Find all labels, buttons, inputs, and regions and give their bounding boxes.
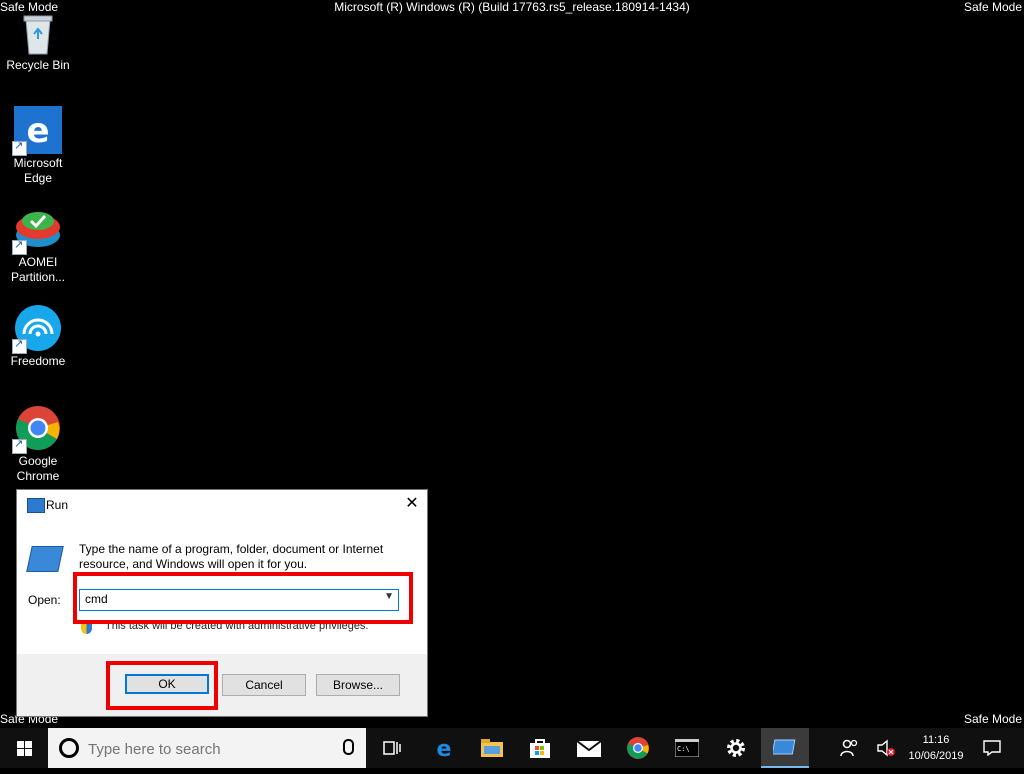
shortcut-arrow-icon [12, 238, 27, 255]
edge-icon: e [12, 106, 62, 156]
freedome-icon [12, 304, 62, 354]
desktop-icon-label: Freedome [10, 354, 66, 368]
open-label: Open: [28, 593, 61, 607]
mail-icon[interactable] [565, 728, 613, 768]
svg-text:e: e [437, 737, 452, 759]
desktop-icon-edge[interactable]: e Microsoft Edge [4, 106, 72, 186]
shortcut-arrow-icon [12, 337, 27, 354]
desktop-icon-label: Google Chrome [16, 454, 60, 483]
shortcut-arrow-icon [12, 437, 27, 454]
desktop-icon-label: Recycle Bin [6, 58, 70, 72]
safe-mode-label: Safe Mode [963, 712, 1022, 726]
chrome-taskbar-icon[interactable] [614, 728, 662, 768]
start-button[interactable] [0, 728, 48, 768]
svg-text:C:\: C:\ [677, 745, 690, 753]
aomei-partition-icon [12, 205, 62, 255]
run-dialog: Run ✕ Type the name of a program, folder… [16, 489, 428, 717]
desktop-icon-recycle-bin[interactable]: Recycle Bin [4, 8, 72, 73]
desktop-icon-chrome[interactable]: Google Chrome [4, 404, 72, 484]
close-icon[interactable]: ✕ [397, 490, 427, 520]
system-clock[interactable]: 11:16 10/06/2019 [902, 732, 970, 764]
run-dialog-titlebar[interactable]: Run ✕ [17, 490, 427, 520]
browse-button[interactable]: Browse... [316, 674, 400, 696]
highlight-box-ok-button [106, 661, 218, 710]
desktop-icon-label: Microsoft Edge [13, 156, 63, 185]
people-icon[interactable] [830, 728, 870, 768]
desktop-icon-freedome[interactable]: Freedome [4, 304, 72, 369]
run-dialog-title: Run [46, 498, 69, 512]
cortana-icon [59, 738, 79, 758]
cancel-button[interactable]: Cancel [222, 674, 306, 696]
svg-text:e: e [26, 111, 49, 151]
run-description: Type the name of a program, folder, docu… [79, 542, 384, 571]
recycle-bin-icon [14, 8, 62, 56]
taskbar-search[interactable] [48, 728, 366, 768]
desktop-icon-label: AOMEI Partition... [10, 255, 66, 284]
settings-gear-icon[interactable] [712, 728, 760, 768]
edge-taskbar-icon[interactable]: e [420, 728, 468, 768]
run-taskbar-icon[interactable] [761, 728, 809, 768]
windows-build-label: Microsoft (R) Windows (R) (Build 17763.r… [334, 0, 690, 14]
shortcut-arrow-icon [12, 139, 27, 156]
action-center-icon[interactable] [970, 728, 1014, 768]
clock-time: 11:16 [922, 734, 950, 746]
desktop-icon-aomei[interactable]: AOMEI Partition... [4, 205, 72, 285]
volume-muted-icon[interactable] [870, 728, 902, 768]
run-program-icon [26, 546, 64, 572]
file-explorer-icon[interactable] [468, 728, 516, 768]
task-view-icon[interactable] [368, 728, 416, 768]
microphone-icon[interactable] [343, 739, 354, 755]
search-input[interactable] [86, 737, 330, 761]
clock-date: 10/06/2019 [908, 750, 964, 762]
chrome-icon [12, 404, 62, 454]
taskbar: e C:\ 11:16 10/06/2019 [0, 728, 1024, 768]
run-icon [27, 498, 45, 513]
windows-logo-icon [17, 741, 32, 756]
microsoft-store-icon[interactable] [516, 728, 564, 768]
highlight-box-open-field [73, 572, 413, 624]
command-prompt-icon[interactable]: C:\ [663, 728, 711, 768]
